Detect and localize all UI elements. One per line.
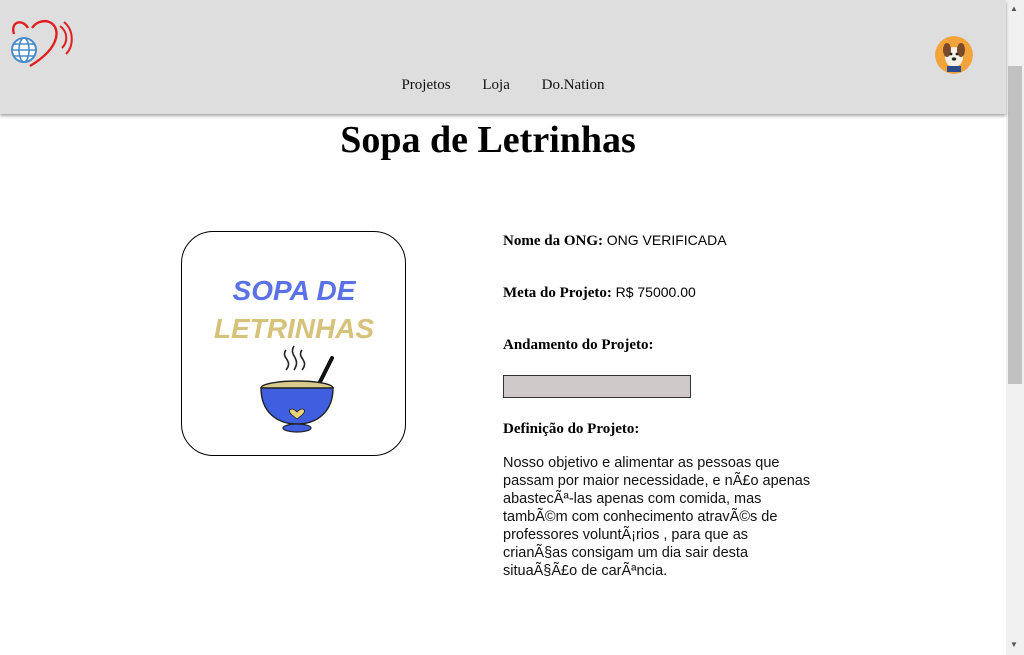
- ong-name-row: Nome da ONG: ONG VERIFICADA: [503, 232, 727, 250]
- page-title: Sopa de Letrinhas: [340, 119, 636, 161]
- heart-globe-logo-icon: [11, 19, 73, 68]
- project-goal-label: Meta do Projeto:: [503, 285, 612, 301]
- top-header: Projetos Loja Do.Nation: [0, 0, 1006, 114]
- project-progress-label: Andamento do Projeto:: [503, 337, 654, 353]
- nav-item-projetos[interactable]: Projetos: [401, 77, 450, 94]
- soup-bowl-illustration: SOPA DE LETRINHAS: [214, 275, 375, 433]
- project-definition-label: Definição do Projeto:: [503, 421, 640, 437]
- nav-item-loja[interactable]: Loja: [482, 77, 510, 94]
- project-definition-row: Definição do Projeto:: [503, 421, 639, 438]
- project-image-card: SOPA DE LETRINHAS: [181, 231, 406, 456]
- image-title-line2: LETRINHAS: [214, 313, 375, 344]
- scroll-up-arrow-icon[interactable]: ▲: [1010, 4, 1018, 13]
- project-goal-value: R$ 75000.00: [615, 284, 696, 300]
- scrollbar-thumb[interactable]: [1008, 66, 1022, 384]
- project-definition-text: Nosso objetivo e alimentar as pessoas qu…: [503, 455, 811, 579]
- main-nav: Projetos Loja Do.Nation: [0, 77, 1006, 94]
- dog-avatar-icon: [935, 36, 973, 74]
- project-progress-bar: [503, 375, 691, 398]
- ong-name-value: ONG VERIFICADA: [606, 232, 727, 248]
- project-progress-row: Andamento do Projeto:: [503, 337, 654, 354]
- user-avatar[interactable]: [935, 36, 973, 74]
- project-goal-row: Meta do Projeto: R$ 75000.00: [503, 284, 696, 302]
- scroll-down-arrow-icon[interactable]: ▼: [1010, 640, 1018, 649]
- ong-name-label: Nome da ONG:: [503, 233, 603, 249]
- image-title-line1: SOPA DE: [233, 275, 357, 306]
- nav-item-donation[interactable]: Do.Nation: [542, 77, 605, 94]
- site-logo[interactable]: [8, 18, 78, 68]
